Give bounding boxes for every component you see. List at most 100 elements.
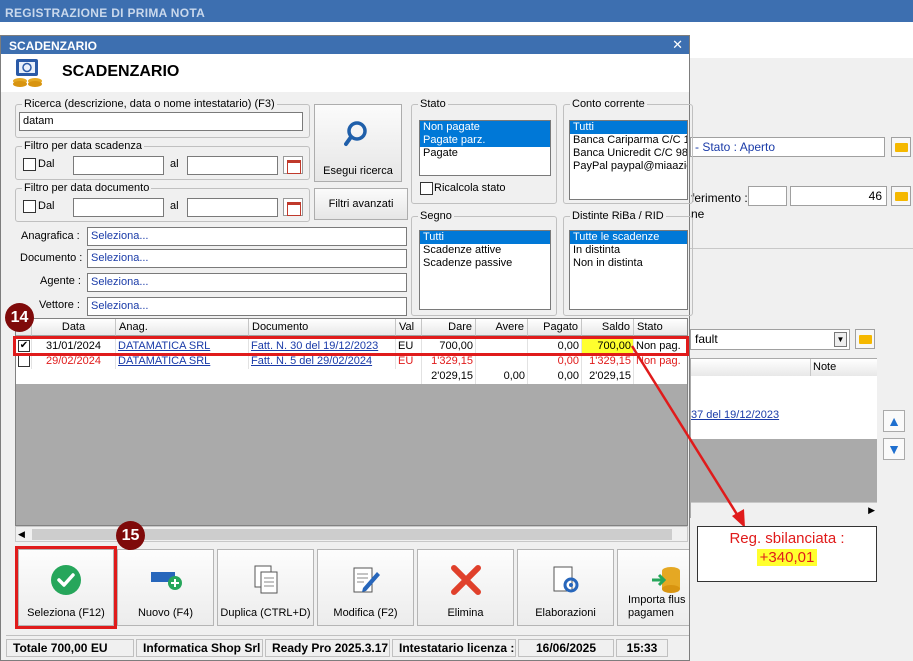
status-intestatario: Intestatario licenza : [392,639,516,657]
segno-list[interactable]: Tutti Scadenze attive Scadenze passive [419,230,551,310]
cell-saldo: 1'329,15 [582,354,634,369]
ricalcola-label: Ricalcola stato [434,182,506,194]
total-avere: 0,00 [476,369,528,384]
column-header[interactable]: Anag. [116,319,249,336]
step-badge-15: 15 [116,521,145,550]
calendar-icon[interactable] [283,156,303,174]
status-date: 16/06/2025 [518,639,614,657]
background-grid-row[interactable]: 37 del 19/12/2023 [691,406,877,424]
list-item[interactable]: Scadenze attive [420,244,550,257]
column-header[interactable]: Avere [476,319,528,336]
background-window-titlebar: REGISTRAZIONE DI PRIMA NOTA [0,0,913,22]
background-hscroll[interactable]: ▶ [691,502,877,518]
list-item[interactable]: Scadenze passive [420,257,550,270]
al-label: al [170,200,179,212]
default-combo[interactable]: fault ▼ [690,329,850,350]
elaborazioni-button[interactable]: Elaborazioni [517,549,614,626]
cell-doc-link[interactable]: Fatt. N. 5 del 29/02/2024 [249,354,396,369]
delete-icon [450,565,481,595]
modifica-button[interactable]: Modifica (F2) [317,549,414,626]
column-header[interactable]: Pagato [528,319,582,336]
total-saldo: 2'029,15 [582,369,634,384]
scadenza-dal-field[interactable] [73,156,164,175]
folder-icon[interactable] [891,137,911,157]
column-header[interactable]: Dare [422,319,476,336]
list-item[interactable]: Tutti [420,231,550,244]
duplica-button[interactable]: Duplica (CTRL+D) [217,549,314,626]
importa-label-1: Importa flus [628,594,686,606]
importa-flussi-button[interactable]: Importa flus pagamen [617,549,689,626]
total-pagato: 0,00 [528,369,582,384]
scroll-right-icon[interactable]: ▶ [868,505,875,516]
duplicate-icon [254,565,277,594]
esegui-ricerca-label: Esegui ricerca [323,165,393,177]
modifica-label: Modifica (F2) [333,607,398,619]
agente-field[interactable]: Seleziona... [87,273,407,292]
list-item[interactable]: Banca Cariparma C/C 12 [570,134,687,147]
list-item[interactable]: PayPal paypal@miaazien [570,160,687,173]
list-item[interactable]: Pagate parz. [420,134,550,147]
distinte-list[interactable]: Tutte le scadenze In distinta Non in dis… [569,230,688,310]
background-doc-link[interactable]: 37 del 19/12/2023 [691,409,779,421]
cell-stato: Non pag. [636,355,681,367]
import-icon [652,567,680,593]
chevron-down-icon[interactable]: ▼ [834,332,847,347]
reg-sbilanciata-callout: Reg. sbilanciata : +340,01 [697,526,877,582]
status-totale: Totale 700,00 EU [6,639,134,657]
importa-label-2: pagamen [628,607,674,619]
list-item[interactable]: Pagate [420,147,550,160]
column-header[interactable]: Stato [634,319,687,336]
background-grid: Note 37 del 19/12/2023 ▶ [690,358,877,518]
column-header[interactable]: Documento [249,319,396,336]
documento-al-field[interactable] [187,198,278,217]
riferimento-prefix-field[interactable] [748,186,787,206]
filtri-avanzati-button[interactable]: Filtri avanzati [314,188,408,220]
distinte-legend: Distinte RiBa / RID [572,210,664,222]
list-item[interactable]: In distinta [570,244,687,257]
stato-aperto-field: - Stato : Aperto [690,137,885,157]
documento-dal-field[interactable] [73,198,164,217]
scroll-left-icon[interactable]: ◀ [18,529,25,540]
riferimento-field[interactable]: 46 [790,186,887,206]
note-column-header: Note [811,359,877,376]
anagrafica-field[interactable]: Seleziona... [87,227,407,246]
scadenza-al-field[interactable] [187,156,278,175]
list-item[interactable]: Tutti [570,121,687,134]
conto-legend: Conto corrente [572,98,645,110]
folder-icon[interactable] [891,186,911,206]
column-header[interactable]: Val [396,319,422,336]
checkbox-empty-icon [18,355,30,367]
list-item[interactable]: Non pagate [420,121,550,134]
folder-icon[interactable] [855,329,875,349]
list-item[interactable]: Non in distinta [570,257,687,270]
ricalcola-checkbox[interactable] [420,182,433,195]
cell-anag-link[interactable]: DATAMATICA SRL [116,354,249,369]
column-header[interactable]: Saldo [582,319,634,336]
column-header[interactable]: Data [32,319,116,336]
duplica-label: Duplica (CTRL+D) [220,607,311,619]
list-item[interactable]: Banca Unicredit C/C 987 [570,147,687,160]
documento-field[interactable]: Seleziona... [87,249,407,268]
stato-list[interactable]: Non pagate Pagate parz. Pagate [419,120,551,176]
close-icon[interactable]: ✕ [672,37,683,53]
esegui-ricerca-button[interactable]: Esegui ricerca [314,104,402,182]
gear-icon [553,566,578,593]
row-checkbox[interactable] [16,354,32,369]
callout-value: +340,01 [756,549,818,566]
move-up-icon[interactable]: ▲ [883,410,905,432]
calendar-icon[interactable] [283,198,303,216]
table-row[interactable]: 29/02/2024 DATAMATICA SRL Fatt. N. 5 del… [16,354,687,369]
cell-dare: 1'329,15 [422,354,476,369]
search-input[interactable]: datam [19,112,303,131]
status-time: 15:33 [616,639,668,657]
ne-label: ne [691,207,705,221]
list-item[interactable]: Tutte le scadenze [570,231,687,244]
nuovo-button[interactable]: Nuovo (F4) [117,549,214,626]
search-icon [344,121,367,146]
move-down-icon[interactable]: ▼ [883,438,905,460]
filtro-documento-checkbox[interactable] [23,200,36,213]
vettore-field[interactable]: Seleziona... [87,297,407,316]
filtro-scadenza-checkbox[interactable] [23,158,36,171]
elimina-button[interactable]: Elimina [417,549,514,626]
conto-list[interactable]: Tutti Banca Cariparma C/C 12 Banca Unicr… [569,120,688,200]
